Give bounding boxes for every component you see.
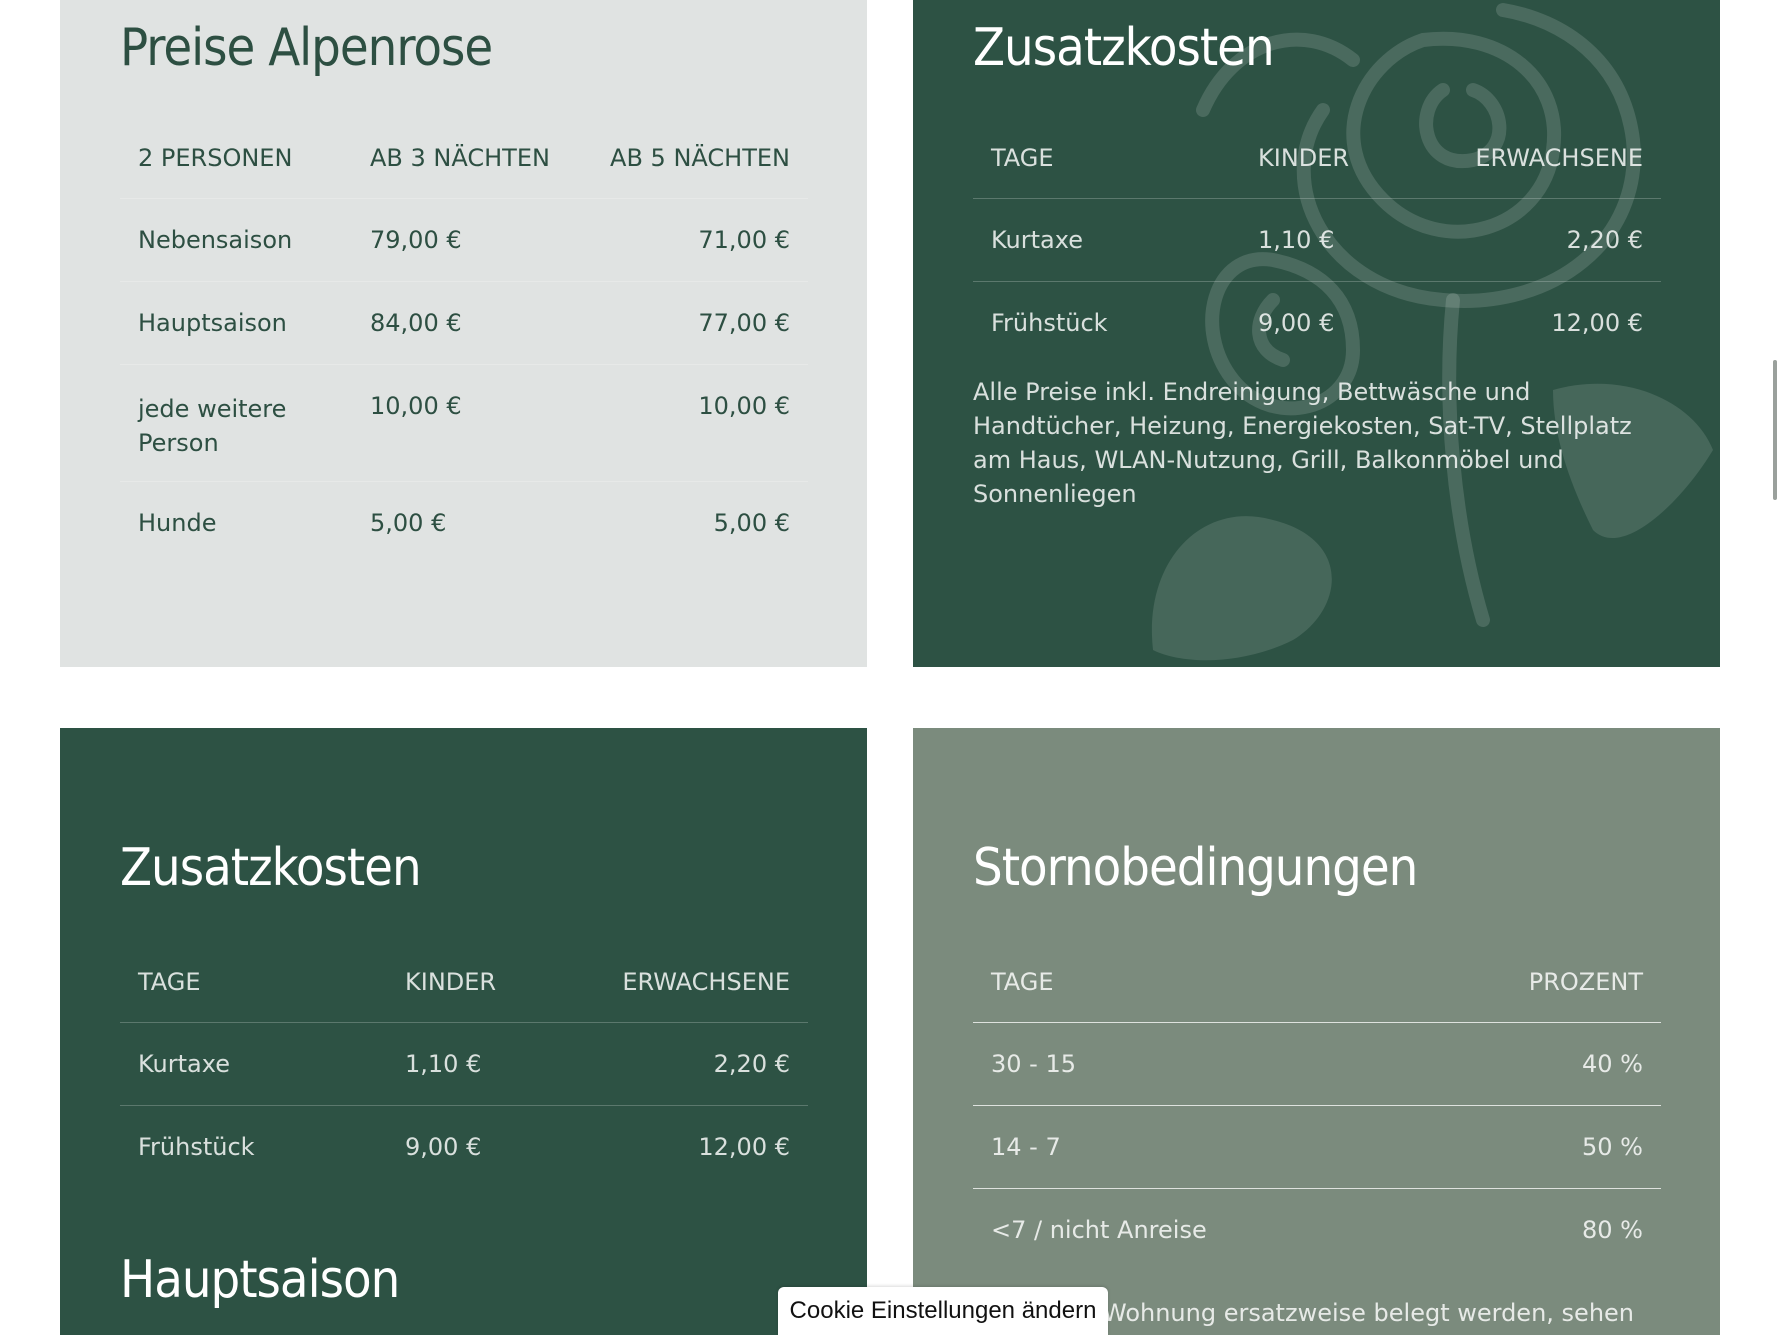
table-header-row: TAGE KINDER ERWACHSENE <box>120 942 808 1023</box>
row-days: <7 / nicht Anreise <box>991 1216 1207 1244</box>
table-header-row: TAGE PROZENT <box>973 942 1661 1023</box>
header-days: TAGE <box>991 144 1054 172</box>
table-header-row: 2 PERSONEN AB 3 NÄCHTEN AB 5 NÄCHTEN <box>120 118 808 199</box>
row-adults-price: 12,00 € <box>698 1133 790 1161</box>
row-price-3: 79,00 € <box>370 226 462 254</box>
extra-costs-table: TAGE KINDER ERWACHSENE Kurtaxe 1,10 € 2,… <box>120 942 808 1188</box>
row-label: Frühstück <box>138 1133 255 1161</box>
row-days: 14 - 7 <box>991 1133 1061 1161</box>
included-services-note: Alle Preise inkl. Endreinigung, Bettwäsc… <box>973 378 1632 508</box>
row-children-price: 1,10 € <box>1258 226 1335 254</box>
header-children: KINDER <box>1258 144 1350 172</box>
row-label: jede weitere Person <box>138 395 287 457</box>
header-3-nights: AB 3 NÄCHTEN <box>370 144 550 172</box>
row-children-price: 9,00 € <box>405 1133 482 1161</box>
row-adults-price: 12,00 € <box>1551 309 1643 337</box>
table-row: Kurtaxe 1,10 € 2,20 € <box>120 1023 808 1106</box>
row-percent: 80 % <box>1582 1216 1643 1244</box>
row-price-3: 5,00 € <box>370 509 447 537</box>
cancellation-card: Stornobedingungen TAGE PROZENT 30 - 15 4… <box>913 728 1720 1335</box>
header-days: TAGE <box>991 968 1054 996</box>
scrollbar-thumb[interactable] <box>1773 360 1777 500</box>
table-row: <7 / nicht Anreise 80 % <box>973 1189 1661 1271</box>
extra-costs-card-secondary: Zusatzkosten TAGE KINDER ERWACHSENE Kurt… <box>60 728 867 1335</box>
row-adults-price: 2,20 € <box>713 1050 790 1078</box>
row-price-5: 71,00 € <box>698 226 790 254</box>
row-price-5: 77,00 € <box>698 309 790 337</box>
table-row: jede weitere Person 10,00 € 10,00 € <box>120 365 808 482</box>
cookie-settings-button[interactable]: Cookie Einstellungen ändern <box>778 1287 1108 1335</box>
header-persons: 2 PERSONEN <box>138 144 293 172</box>
row-label: Kurtaxe <box>991 226 1083 254</box>
table-row: Nebensaison 79,00 € 71,00 € <box>120 199 808 282</box>
row-price-5: 10,00 € <box>698 392 790 420</box>
cancellation-note: Wohnung ersatzweise belegt werden, sehen <box>1103 1299 1634 1327</box>
price-table: 2 PERSONEN AB 3 NÄCHTEN AB 5 NÄCHTEN Neb… <box>120 118 808 564</box>
extra-costs-card: Zusatzkosten TAGE KINDER ERWACHSENE Kurt… <box>913 0 1720 667</box>
row-days: 30 - 15 <box>991 1050 1076 1078</box>
row-label: Hunde <box>138 509 217 537</box>
row-children-price: 9,00 € <box>1258 309 1335 337</box>
header-children: KINDER <box>405 968 497 996</box>
cancellation-title: Stornobedingungen <box>973 838 1418 898</box>
section-subtitle: Hauptsaison <box>120 1250 400 1310</box>
header-5-nights: AB 5 NÄCHTEN <box>610 144 790 172</box>
header-adults: ERWACHSENE <box>1475 144 1643 172</box>
row-label: Hauptsaison <box>138 309 287 337</box>
table-header-row: TAGE KINDER ERWACHSENE <box>973 118 1661 199</box>
row-label: Frühstück <box>991 309 1108 337</box>
extra-costs-table: TAGE KINDER ERWACHSENE Kurtaxe 1,10 € 2,… <box>973 118 1661 364</box>
cancellation-table: TAGE PROZENT 30 - 15 40 % 14 - 7 50 % <7… <box>973 942 1661 1271</box>
extra-costs-title: Zusatzkosten <box>120 838 422 898</box>
price-card-alpenrose: Preise Alpenrose 2 PERSONEN AB 3 NÄCHTEN… <box>60 0 867 667</box>
row-price-3: 84,00 € <box>370 309 462 337</box>
row-percent: 40 % <box>1582 1050 1643 1078</box>
row-price-3: 10,00 € <box>370 392 462 420</box>
table-row: Frühstück 9,00 € 12,00 € <box>120 1106 808 1188</box>
table-row: Hauptsaison 84,00 € 77,00 € <box>120 282 808 365</box>
row-percent: 50 % <box>1582 1133 1643 1161</box>
header-days: TAGE <box>138 968 201 996</box>
row-price-5: 5,00 € <box>713 509 790 537</box>
row-label: Kurtaxe <box>138 1050 230 1078</box>
row-children-price: 1,10 € <box>405 1050 482 1078</box>
table-row: Kurtaxe 1,10 € 2,20 € <box>973 199 1661 282</box>
table-row: 30 - 15 40 % <box>973 1023 1661 1106</box>
row-label: Nebensaison <box>138 226 293 254</box>
table-row: Frühstück 9,00 € 12,00 € <box>973 282 1661 364</box>
row-adults-price: 2,20 € <box>1566 226 1643 254</box>
price-card-title: Preise Alpenrose <box>120 18 493 78</box>
table-row: 14 - 7 50 % <box>973 1106 1661 1189</box>
extra-costs-title: Zusatzkosten <box>973 18 1275 78</box>
header-percent: PROZENT <box>1528 968 1643 996</box>
header-adults: ERWACHSENE <box>622 968 790 996</box>
table-row: Hunde 5,00 € 5,00 € <box>120 482 808 564</box>
